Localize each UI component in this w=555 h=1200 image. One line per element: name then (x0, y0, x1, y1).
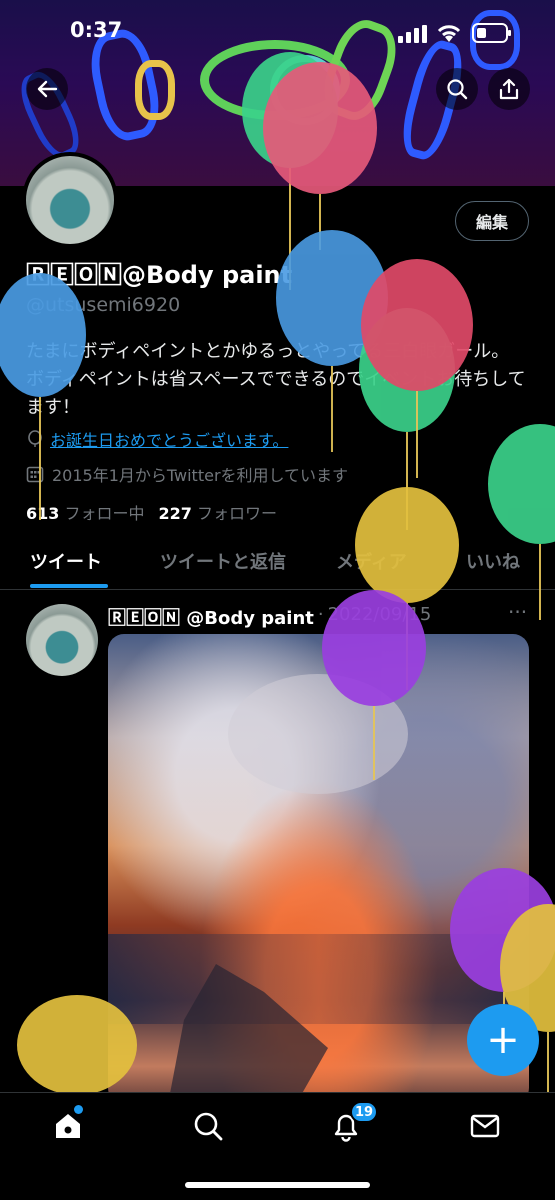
battery-icon (472, 23, 511, 43)
home-icon[interactable] (52, 1110, 84, 1142)
profile-tabs: ツイート ツイートと返信 メディア いいね (0, 538, 555, 590)
share-button[interactable] (488, 68, 530, 110)
tab-media[interactable]: メディア (336, 548, 407, 574)
display-name: 🅁🄴🄾🄽@Body paint (26, 261, 293, 289)
balloon-icon (488, 424, 555, 620)
tab-tweets[interactable]: ツイート (30, 548, 102, 574)
home-unread-dot (74, 1105, 83, 1114)
tweet-date: 2022/09/15 (327, 604, 432, 625)
follow-stats: 613 フォロー中 227 フォロワー (26, 500, 277, 524)
balloon-icon (28, 430, 42, 447)
search-icon (447, 79, 468, 100)
search-button[interactable] (436, 68, 478, 110)
search-icon[interactable] (192, 1110, 224, 1142)
tweet-avatar[interactable] (26, 604, 98, 676)
mail-icon[interactable] (469, 1110, 501, 1142)
notification-badge: 19 (350, 1101, 378, 1123)
profile-avatar[interactable] (22, 152, 118, 248)
home-indicator (185, 1182, 370, 1188)
calendar-icon (26, 466, 44, 483)
followers-link[interactable]: 227 フォロワー (159, 500, 278, 524)
user-handle: @utsusemi6920 (26, 294, 181, 316)
joined-row: 2015年1月からTwitterを利用しています (26, 462, 348, 486)
tweet-media-image[interactable] (108, 634, 529, 1104)
tab-likes[interactable]: いいね (466, 548, 520, 574)
signal-icon (398, 25, 427, 43)
following-link[interactable]: 613 フォロー中 (26, 500, 145, 524)
profile-bio: たまにボディペイントとかゆるっとやってる三白眼ガール。 ボディペイントは省スペー… (26, 341, 526, 418)
birthday-row: お誕生日おめでとうございます。 (26, 427, 288, 451)
tweet-header: 🅁🄴🄾🄽 @Body paint · 2022/09/15 (108, 604, 431, 630)
wifi-icon (437, 25, 461, 42)
status-time: 0:37 (70, 18, 123, 42)
arrow-left-icon (37, 80, 58, 98)
back-button[interactable] (26, 68, 68, 110)
active-tab-indicator (30, 584, 108, 588)
tweet-separator: · (317, 604, 324, 625)
joined-text: 2015年1月からTwitterを利用しています (52, 466, 349, 485)
edit-profile-button[interactable]: 編集 (455, 201, 529, 241)
tab-tweets-and-replies[interactable]: ツイートと返信 (160, 548, 286, 574)
tweet-author[interactable]: 🅁🄴🄾🄽 @Body paint (108, 604, 314, 630)
tweet-more-button[interactable]: ··· (508, 600, 527, 624)
share-icon (499, 78, 519, 100)
compose-tweet-button[interactable]: + (467, 1004, 539, 1076)
birthday-link[interactable]: お誕生日おめでとうございます。 (50, 427, 288, 451)
